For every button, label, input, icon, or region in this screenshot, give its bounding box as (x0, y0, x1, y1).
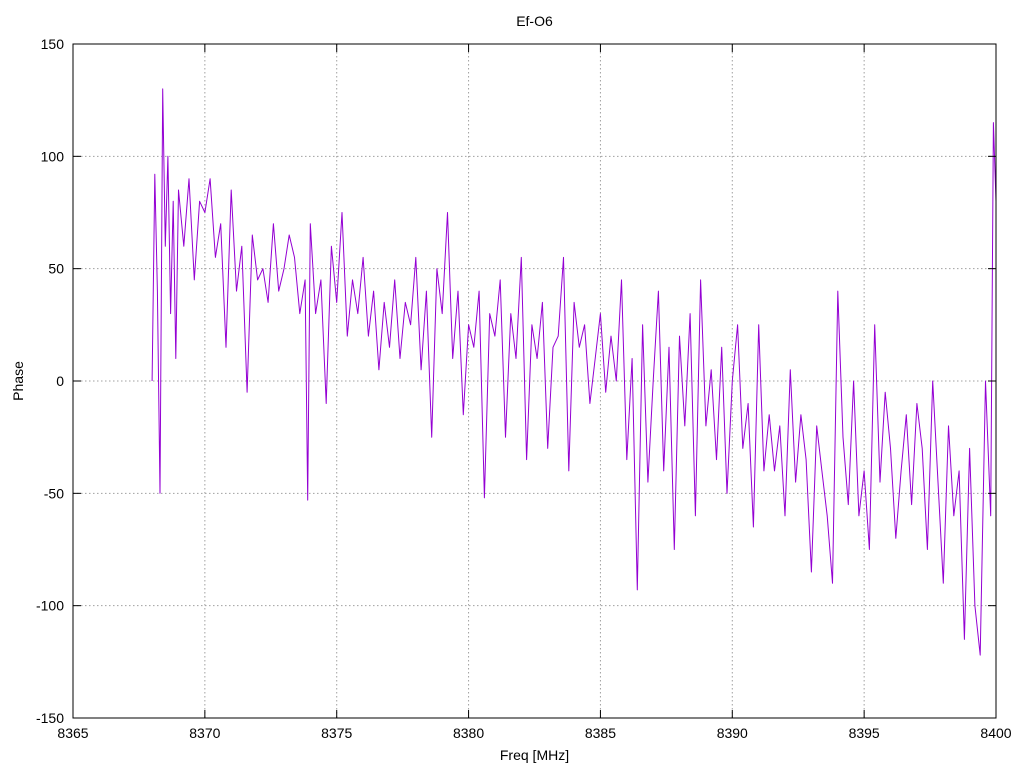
x-tick-label: 8370 (189, 725, 220, 741)
y-tick-label: 150 (41, 36, 65, 52)
y-tick-label: -150 (36, 710, 64, 726)
y-tick-label: -50 (44, 485, 64, 501)
y-tick-label: -100 (36, 598, 64, 614)
x-tick-label: 8390 (717, 725, 748, 741)
x-tick-label: 8385 (585, 725, 616, 741)
grid (73, 44, 996, 718)
x-axis-title: Freq [MHz] (500, 747, 569, 763)
y-tick-label: 100 (41, 148, 65, 164)
x-tick-label: 8380 (453, 725, 484, 741)
phase-chart: 8365 8370 8375 8380 8385 8390 8395 8400 -150 -10… (10, 13, 1012, 763)
y-tick-labels: -150 -100 -50 0 50 100 150 (36, 36, 64, 726)
series-line (151, 88, 997, 656)
x-tick-label: 8375 (321, 725, 352, 741)
x-tick-label: 8400 (980, 725, 1011, 741)
y-tick-label: 50 (48, 261, 64, 277)
series-layer (151, 88, 997, 656)
chart-title: Ef-O6 (516, 13, 553, 29)
x-tick-label: 8395 (849, 725, 880, 741)
x-tick-label: 8365 (57, 725, 88, 741)
y-axis-title: Phase (10, 361, 26, 401)
y-tick-label: 0 (56, 373, 64, 389)
x-tick-labels: 8365 8370 8375 8380 8385 8390 8395 8400 (57, 725, 1011, 741)
